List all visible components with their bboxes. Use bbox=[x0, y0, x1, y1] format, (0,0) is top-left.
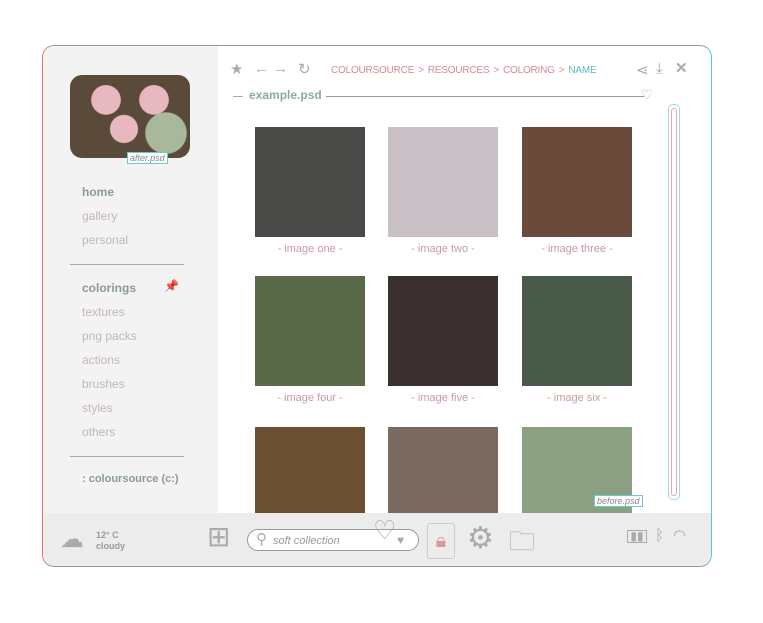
sidebar: after.psd home gallery personal coloring… bbox=[43, 46, 218, 513]
nav-colorings[interactable]: colorings bbox=[82, 281, 136, 295]
thumb-label: after.psd bbox=[127, 152, 168, 164]
nav-gallery[interactable]: gallery bbox=[82, 209, 117, 223]
folder-icon[interactable]: 🗀 bbox=[509, 523, 535, 566]
forward-icon[interactable]: → bbox=[273, 60, 288, 77]
gallery-image[interactable] bbox=[522, 127, 632, 237]
nav-personal[interactable]: personal bbox=[82, 233, 128, 247]
star-icon[interactable]: ★ bbox=[230, 60, 243, 78]
image-caption: - image six - bbox=[547, 392, 607, 404]
nav-brushes[interactable]: brushes bbox=[82, 377, 125, 391]
gallery-image[interactable] bbox=[255, 127, 365, 237]
share-icon[interactable]: ⋖ bbox=[636, 61, 649, 79]
nav-drive[interactable]: : coloursource (c:) bbox=[82, 473, 179, 485]
gallery-image[interactable] bbox=[388, 127, 498, 237]
app-window: after.psd home gallery personal coloring… bbox=[42, 45, 712, 567]
scrollbar[interactable] bbox=[668, 104, 680, 500]
nav-actions[interactable]: actions bbox=[82, 353, 120, 367]
crumb-sep: > bbox=[418, 65, 424, 76]
lock-icon[interactable]: 🔒︎ bbox=[427, 523, 455, 559]
crumb-sep: > bbox=[493, 65, 499, 76]
main-panel: ★ ← → ↻ COLOURSOURCE > RESOURCES > COLORING >… bbox=[218, 46, 711, 537]
gallery-image[interactable] bbox=[522, 276, 632, 386]
divider bbox=[326, 96, 644, 97]
nav-textures[interactable]: textures bbox=[82, 305, 125, 319]
crumb[interactable]: COLORING bbox=[503, 65, 555, 76]
crumb-sep: > bbox=[558, 65, 565, 76]
grid-icon[interactable]: ⊞ bbox=[207, 523, 230, 551]
weather-text: cloudy bbox=[96, 541, 126, 551]
divider bbox=[233, 96, 243, 97]
scrollbar-thumb[interactable] bbox=[671, 108, 677, 496]
weather-cloud-icon: ☁ bbox=[60, 526, 84, 553]
heart-icon[interactable]: ♡ bbox=[641, 87, 653, 103]
image-caption: - image two - bbox=[411, 243, 475, 255]
nav-others[interactable]: others bbox=[82, 425, 115, 439]
divider bbox=[70, 456, 184, 457]
crumb[interactable]: NAME bbox=[568, 65, 596, 76]
bluetooth-icon[interactable]: ᛒ bbox=[655, 527, 664, 544]
heart-outline-icon[interactable]: ♡ bbox=[373, 515, 396, 546]
gallery-image[interactable] bbox=[388, 276, 498, 386]
close-icon[interactable]: ✕ bbox=[675, 59, 688, 77]
taskbar: ☁ 12° C cloudy ⊞ ⚲ soft collection ♡ ♥ 🔒︎… bbox=[43, 513, 711, 566]
preview-thumbnail[interactable] bbox=[70, 75, 190, 158]
nav-png-packs[interactable]: png packs bbox=[82, 329, 137, 343]
file-title: example.psd bbox=[249, 88, 322, 102]
pin-icon[interactable]: 📌 bbox=[164, 279, 179, 293]
heart-small-icon: ♥ bbox=[397, 533, 405, 547]
refresh-icon[interactable]: ↻ bbox=[298, 60, 311, 78]
image-caption: - image four - bbox=[277, 392, 343, 404]
crumb[interactable]: RESOURCES bbox=[428, 65, 490, 76]
image-caption: - image one - bbox=[277, 243, 343, 255]
image-caption: - image three - bbox=[541, 243, 613, 255]
wifi-icon[interactable]: ◠ bbox=[673, 526, 686, 544]
settings-gear-icon[interactable]: ⚙ bbox=[467, 521, 494, 556]
gallery-image[interactable] bbox=[255, 276, 365, 386]
image-caption: - image five - bbox=[411, 392, 475, 404]
search-icon: ⚲ bbox=[256, 531, 267, 548]
divider bbox=[70, 264, 184, 265]
breadcrumb: COLOURSOURCE > RESOURCES > COLORING > NAME bbox=[331, 65, 600, 76]
search-placeholder: soft collection bbox=[273, 535, 340, 547]
download-icon[interactable]: ⤓ bbox=[656, 60, 663, 77]
nav-home[interactable]: home bbox=[82, 185, 114, 199]
nav-styles[interactable]: styles bbox=[82, 401, 113, 415]
back-icon[interactable]: ← bbox=[254, 60, 269, 77]
before-label: before.psd bbox=[594, 495, 643, 507]
temperature: 12° C bbox=[96, 530, 119, 540]
crumb[interactable]: COLOURSOURCE bbox=[331, 65, 414, 76]
battery-icon: ▮▮ bbox=[627, 530, 647, 543]
